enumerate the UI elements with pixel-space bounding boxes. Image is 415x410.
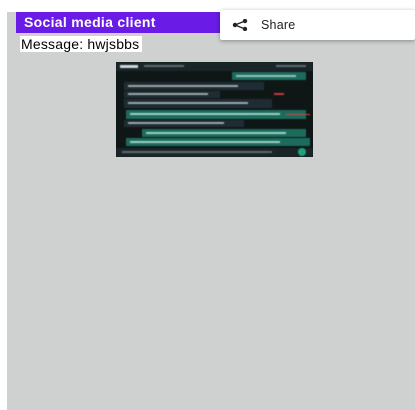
app-screen: Social media client Message: hwjsbbs Sha… bbox=[0, 0, 415, 410]
chat-screenshot-image bbox=[116, 62, 313, 157]
share-icon bbox=[232, 19, 248, 31]
share-menu-item[interactable]: Share bbox=[220, 10, 415, 40]
app-bar-title: Social media client bbox=[16, 12, 220, 33]
share-popup-menu: Share bbox=[220, 10, 415, 40]
share-label: Share bbox=[261, 18, 296, 32]
message-text: Message: hwjsbbs bbox=[20, 36, 143, 52]
attached-image[interactable] bbox=[116, 62, 313, 157]
